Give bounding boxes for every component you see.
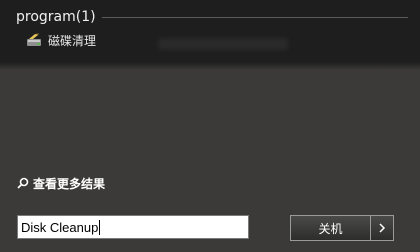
result-item-disk-cleanup[interactable]: 磁碟清理: [26, 31, 96, 49]
shutdown-options-button[interactable]: [371, 216, 393, 240]
section-title: program(1): [16, 9, 96, 25]
shutdown-button-group: 关机: [290, 215, 394, 241]
search-input[interactable]: Disk Cleanup: [17, 215, 249, 239]
text-caret: [99, 219, 101, 235]
see-more-results-link[interactable]: 查看更多结果: [17, 174, 105, 192]
result-item-label: 磁碟清理: [48, 33, 97, 48]
search-results-panel: program(1) 磁碟清理: [0, 0, 420, 70]
chevron-right-icon: [379, 223, 386, 233]
section-divider: [101, 16, 408, 18]
shutdown-button[interactable]: 关机: [291, 216, 370, 240]
see-more-label: 查看更多结果: [33, 176, 106, 191]
blurred-region: [158, 38, 288, 50]
search-icon: [17, 177, 29, 189]
results-section-header: program(1): [16, 8, 408, 26]
shutdown-label: 关机: [318, 221, 343, 236]
search-input-value: Disk Cleanup: [21, 219, 99, 235]
disk-cleanup-icon: [27, 33, 41, 46]
